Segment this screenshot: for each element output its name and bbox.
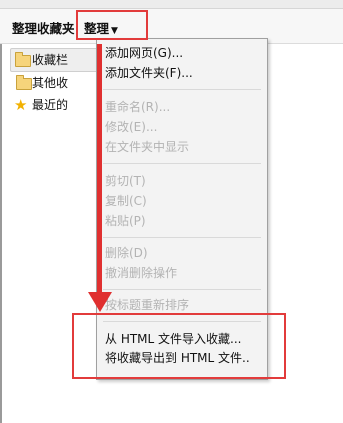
- menu-item-import-html[interactable]: 从 HTML 文件导入收藏...: [97, 329, 267, 349]
- menu-item-delete[interactable]: 删除(D): [97, 243, 267, 263]
- star-icon: ★: [14, 96, 28, 114]
- tree-item-label: 最近的: [32, 98, 69, 112]
- organize-dropdown-menu: 添加网页(G)... 添加文件夹(F)... 重命名(R)... 修改(E)..…: [96, 38, 268, 380]
- menu-item-add-folder[interactable]: 添加文件夹(F)...: [97, 63, 267, 83]
- menu-separator: [103, 289, 261, 290]
- menu-item-copy[interactable]: 复制(C): [97, 191, 267, 211]
- menu-separator: [103, 89, 261, 90]
- menu-item-cut[interactable]: 剪切(T): [97, 171, 267, 191]
- menu-item-edit[interactable]: 修改(E)...: [97, 117, 267, 137]
- menu-item-add-page[interactable]: 添加网页(G)...: [97, 43, 267, 63]
- menu-item-undo-delete[interactable]: 撤消删除操作: [97, 263, 267, 283]
- annotation-arrow-shaft: [97, 44, 102, 294]
- menu-item-paste[interactable]: 粘贴(P): [97, 211, 267, 231]
- menu-separator: [103, 237, 261, 238]
- menu-separator: [103, 321, 261, 322]
- toolbar-title: 整理收藏夹: [12, 21, 75, 36]
- window-top-strip: [0, 0, 343, 9]
- caret-down-icon: ▼: [111, 26, 118, 36]
- folder-icon: [16, 75, 32, 90]
- folder-icon: [15, 52, 31, 67]
- organize-label: 整理: [84, 21, 110, 36]
- menu-item-export-html[interactable]: 将收藏导出到 HTML 文件..: [97, 348, 267, 368]
- tree-item-label: 收藏栏: [32, 53, 69, 67]
- menu-separator: [103, 163, 261, 164]
- organize-menu-button[interactable]: 整理 ▼: [84, 18, 118, 37]
- annotation-arrow-head: [88, 292, 112, 312]
- menu-item-show-in-folder[interactable]: 在文件夹中显示: [97, 137, 267, 157]
- tree-item-label: 其他收: [32, 76, 69, 90]
- window-left-edge: [0, 44, 2, 423]
- menu-item-rename[interactable]: 重命名(R)...: [97, 97, 267, 117]
- menu-item-sort-by-title[interactable]: 按标题重新排序: [97, 295, 267, 315]
